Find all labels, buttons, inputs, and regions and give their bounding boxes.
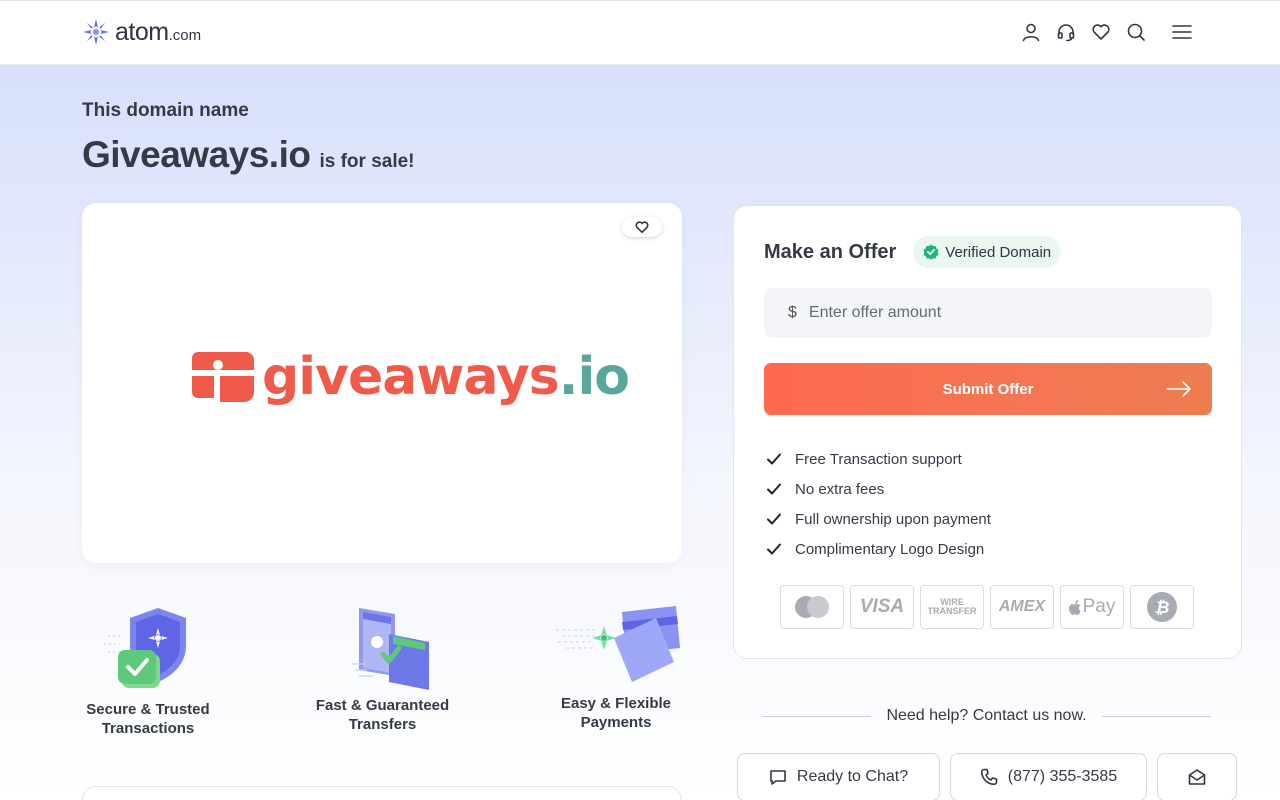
- menu-icon[interactable]: [1171, 21, 1192, 42]
- verified-badge: Verified Domain: [913, 236, 1062, 268]
- feature-fast: Fast & Guaranteed Transfers: [310, 604, 455, 734]
- arrow-right-icon: [1166, 381, 1191, 397]
- amex-icon: AMEX: [990, 585, 1054, 629]
- chat-bubble-icon: [770, 770, 786, 785]
- benefits-list: Free Transaction support No extra fees F…: [766, 444, 991, 564]
- feature-label-line1: Secure & Trusted: [86, 701, 210, 718]
- brand-logo: giveaways.io: [190, 348, 630, 406]
- offer-header: Make an Offer Verified Domain: [764, 236, 1062, 268]
- feature-label: Secure & Trusted Transactions: [82, 700, 214, 738]
- feature-label-line2: Transactions: [101, 720, 195, 737]
- heart-icon[interactable]: [1090, 21, 1111, 42]
- gift-tag-icon: [192, 352, 254, 402]
- logo-wordmark: atom: [115, 17, 169, 46]
- favorite-button[interactable]: [622, 217, 662, 237]
- visa-icon: VISA: [850, 585, 914, 629]
- atom-star-icon: [83, 19, 109, 45]
- benefit-text: Complimentary Logo Design: [795, 540, 985, 558]
- apple-pay-label: Pay: [1082, 596, 1116, 617]
- apple-pay-icon: Pay: [1060, 585, 1124, 629]
- verified-check-icon: [923, 244, 939, 260]
- feature-label: Fast & Guaranteed Transfers: [310, 696, 455, 734]
- svg-text:₿: ₿: [1155, 598, 1170, 618]
- for-sale-text: is for sale!: [319, 151, 415, 172]
- phone-icon: [980, 768, 998, 786]
- offer-amount-field[interactable]: $: [764, 288, 1212, 338]
- brand-wordmark: giveaways.io: [262, 351, 630, 403]
- feature-payments: Easy & Flexible Payments: [556, 604, 680, 732]
- submit-offer-button[interactable]: Submit Offer: [764, 363, 1212, 415]
- check-icon: [767, 543, 781, 555]
- feature-label: Easy & Flexible Payments: [556, 694, 676, 732]
- feature-secure: Secure & Trusted Transactions: [82, 606, 214, 738]
- heart-icon: [635, 221, 649, 234]
- help-divider: Need help? Contact us now.: [762, 706, 1212, 726]
- atom-logo[interactable]: atom .com: [82, 17, 201, 47]
- verified-label: Verified Domain: [945, 243, 1052, 261]
- envelope-open-icon: [1188, 769, 1206, 785]
- features-row: Secure & Trusted Transactions Fast & Gua…: [82, 600, 682, 750]
- cards-icon: [556, 606, 680, 682]
- divider-line: [1101, 715, 1212, 717]
- chat-button[interactable]: Ready to Chat?: [737, 753, 940, 800]
- help-text: Need help? Contact us now.: [886, 707, 1087, 724]
- feature-label-line1: Easy & Flexible: [560, 695, 672, 712]
- brand-name: giveaways: [262, 347, 560, 407]
- bitcoin-icon: ₿: [1130, 585, 1194, 629]
- benefit-item: Complimentary Logo Design: [766, 534, 991, 564]
- header-actions: [1020, 21, 1192, 42]
- pre-title: This domain name: [82, 100, 249, 121]
- benefit-item: Free Transaction support: [766, 444, 991, 474]
- feature-label-line2: Payments: [580, 714, 652, 731]
- divider-line: [762, 715, 872, 717]
- benefit-text: Full ownership upon payment: [795, 510, 991, 528]
- domain-name: Giveaways.io: [82, 134, 311, 175]
- check-icon: [767, 513, 781, 525]
- domain-heading: Giveaways.io is for sale!: [82, 134, 415, 176]
- chat-label: Ready to Chat?: [796, 768, 909, 785]
- top-navigation-bar: atom .com: [0, 0, 1280, 65]
- brand-tld: .io: [558, 347, 630, 407]
- currency-symbol: $: [788, 304, 797, 321]
- user-icon[interactable]: [1020, 21, 1041, 42]
- benefit-text: No extra fees: [795, 480, 885, 498]
- benefit-text: Free Transaction support: [795, 450, 962, 468]
- check-icon: [767, 453, 781, 465]
- search-icon[interactable]: [1125, 21, 1146, 42]
- shield-check-icon: [104, 608, 186, 688]
- bottom-info-card: [82, 786, 682, 800]
- headset-icon[interactable]: [1055, 21, 1076, 42]
- phone-button[interactable]: (877) 355-3585: [950, 753, 1147, 800]
- phone-label: (877) 355-3585: [1007, 768, 1118, 785]
- offer-amount-input[interactable]: [808, 304, 1189, 322]
- benefit-item: Full ownership upon payment: [766, 504, 991, 534]
- benefit-item: No extra fees: [766, 474, 991, 504]
- wire-transfer-icon: WIRE TRANSFER: [920, 585, 984, 629]
- feature-label-line2: Transfers: [348, 716, 417, 733]
- check-icon: [767, 483, 781, 495]
- email-button[interactable]: [1157, 753, 1237, 800]
- offer-card: Make an Offer Verified Domain $ Submit O…: [733, 205, 1242, 659]
- offer-title: Make an Offer: [764, 240, 897, 263]
- submit-offer-label: Submit Offer: [942, 380, 1034, 398]
- mastercard-icon: [780, 585, 844, 629]
- logo-suffix: .com: [168, 27, 202, 44]
- transfer-icon: [350, 608, 429, 690]
- payment-methods: VISA WIRE TRANSFER AMEX Pay ₿: [780, 585, 1194, 629]
- domain-logo-card: giveaways.io: [82, 203, 682, 563]
- feature-label-line1: Fast & Guaranteed: [315, 697, 450, 714]
